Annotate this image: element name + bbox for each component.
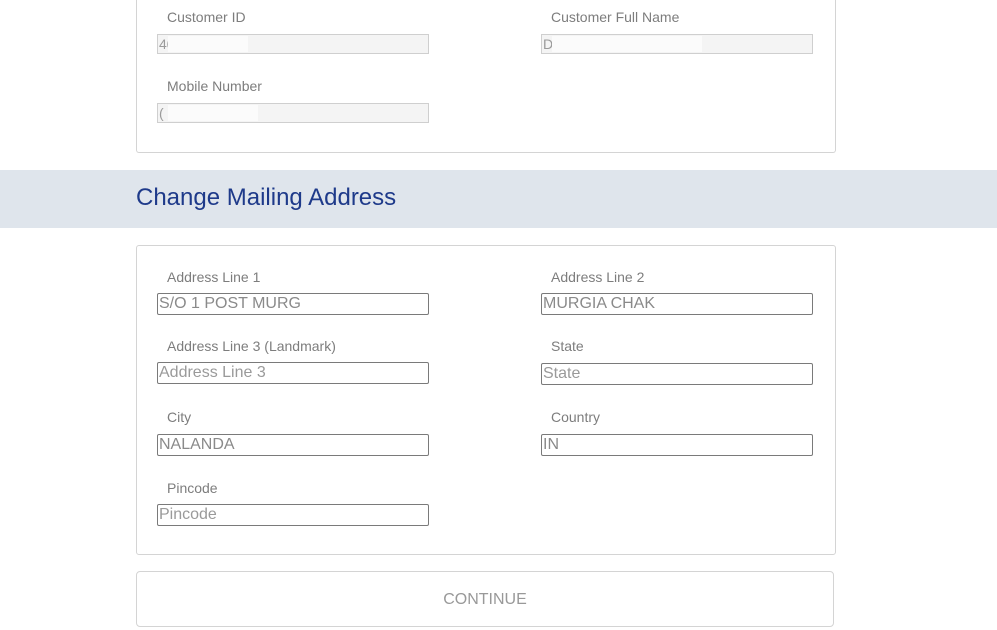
state-label: State [551, 338, 584, 354]
address-line3-label: Address Line 3 (Landmark) [167, 338, 336, 354]
redacted-mask [168, 105, 258, 121]
address-line1-input[interactable]: S/O 1 POST MURG [157, 293, 429, 315]
address-line2-label: Address Line 2 [551, 269, 645, 285]
address-line1-label: Address Line 1 [167, 269, 261, 285]
address-form-card: Address Line 1 S/O 1 POST MURG Address L… [136, 245, 836, 555]
city-input[interactable]: NALANDA [157, 434, 429, 456]
state-input[interactable]: State [541, 363, 813, 385]
mobile-number-label: Mobile Number [167, 78, 262, 94]
country-input[interactable]: IN [541, 434, 813, 456]
pincode-label: Pincode [167, 480, 218, 496]
customer-full-name-label: Customer Full Name [551, 9, 680, 25]
customer-full-name-field: D [541, 34, 813, 54]
address-line3-input[interactable]: Address Line 3 [157, 362, 429, 384]
pincode-input[interactable]: Pincode [157, 504, 429, 526]
section-banner: Change Mailing Address [0, 170, 997, 228]
section-title: Change Mailing Address [136, 184, 397, 211]
redacted-mask [552, 36, 702, 52]
address-line2-input[interactable]: MURGIA CHAK [541, 293, 813, 315]
redacted-mask [168, 36, 248, 52]
customer-id-field: 40 [157, 34, 429, 54]
continue-button[interactable]: CONTINUE [136, 571, 834, 627]
customer-info-card: Customer ID 40 Customer Full Name D Mobi… [136, 0, 836, 153]
city-label: City [167, 409, 192, 425]
customer-id-label: Customer ID [167, 9, 246, 25]
mobile-number-field: ( [157, 103, 429, 123]
country-label: Country [551, 409, 601, 425]
